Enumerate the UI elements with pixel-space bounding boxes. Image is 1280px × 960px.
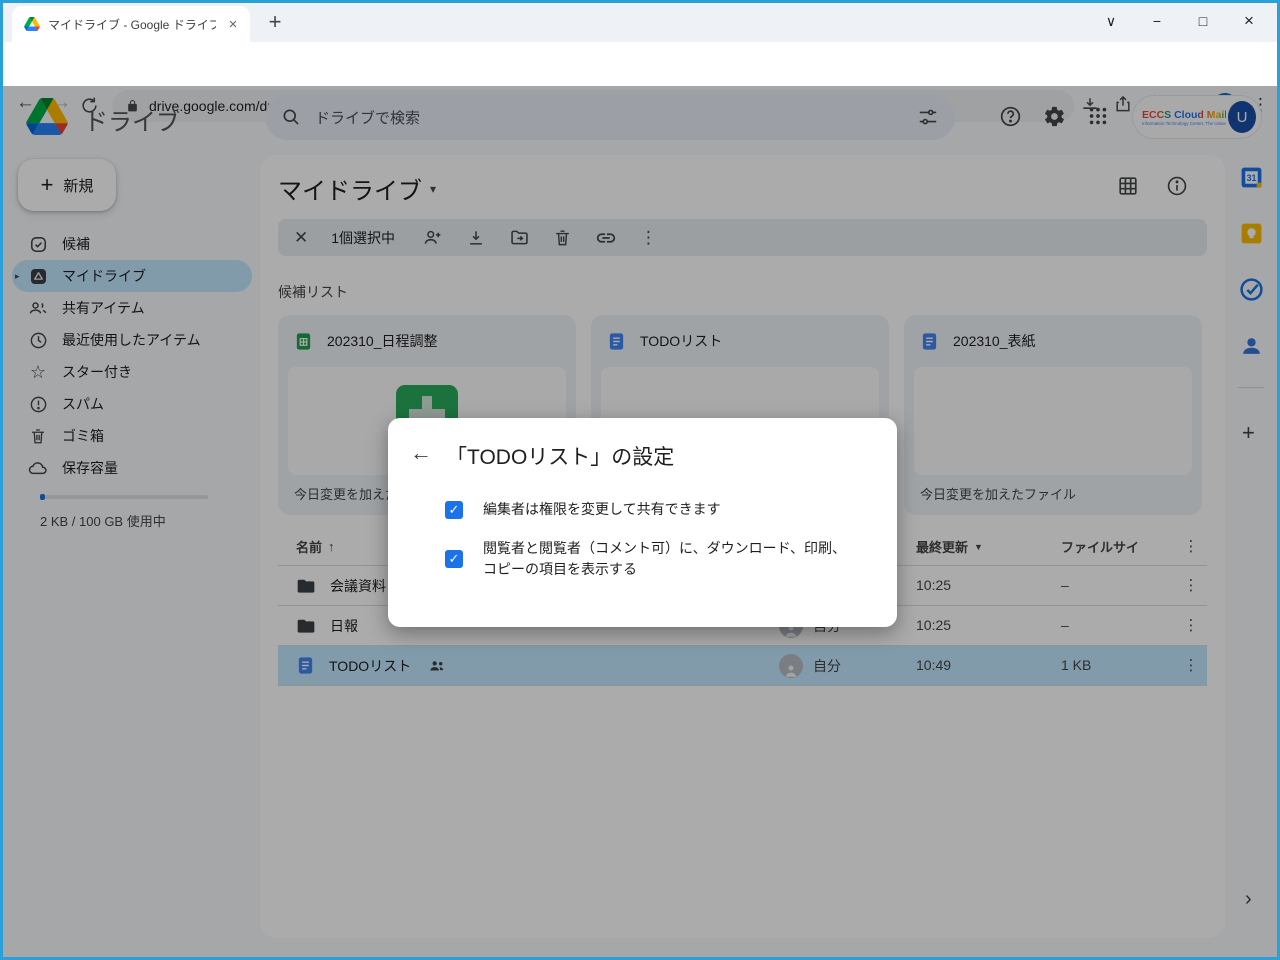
window-close-button[interactable]: × [1226,0,1272,42]
checkbox-checked-icon[interactable]: ✓ [445,550,463,568]
browser-toolbar: ← → drive.google.com/drive/my-drive [0,42,1280,86]
tab-search-icon[interactable]: ∨ [1088,0,1134,42]
browser-titlebar: マイドライブ - Google ドライブ × + ∨ − □ × [0,0,1280,42]
dialog-title: 「TODOリスト」の設定 [446,441,674,471]
checkbox-label: 編集者は権限を変更して共有できます [483,499,721,520]
back-arrow-icon[interactable]: ← [410,440,432,466]
setting-option: ✓ 閲覧者と閲覧者（コメント可）に、ダウンロード、印刷、コピーの項目を表示する [445,538,855,580]
tab-close-icon[interactable]: × [224,16,242,33]
new-tab-button[interactable]: + [262,10,288,36]
browser-tab[interactable]: マイドライブ - Google ドライブ × [12,6,250,42]
window-minimize-button[interactable]: − [1134,0,1180,42]
window-maximize-button[interactable]: □ [1180,0,1226,42]
drive-favicon-icon [24,17,40,31]
tab-title: マイドライブ - Google ドライブ [48,16,216,33]
setting-option: ✓ 編集者は権限を変更して共有できます [445,499,721,520]
settings-dialog: ← 「TODOリスト」の設定 ✓ 編集者は権限を変更して共有できます ✓ 閲覧者… [388,418,897,627]
checkbox-label: 閲覧者と閲覧者（コメント可）に、ダウンロード、印刷、コピーの項目を表示する [483,538,855,580]
screen: マイドライブ - Google ドライブ × + ∨ − □ × ← → dri… [0,0,1280,960]
checkbox-checked-icon[interactable]: ✓ [445,501,463,519]
